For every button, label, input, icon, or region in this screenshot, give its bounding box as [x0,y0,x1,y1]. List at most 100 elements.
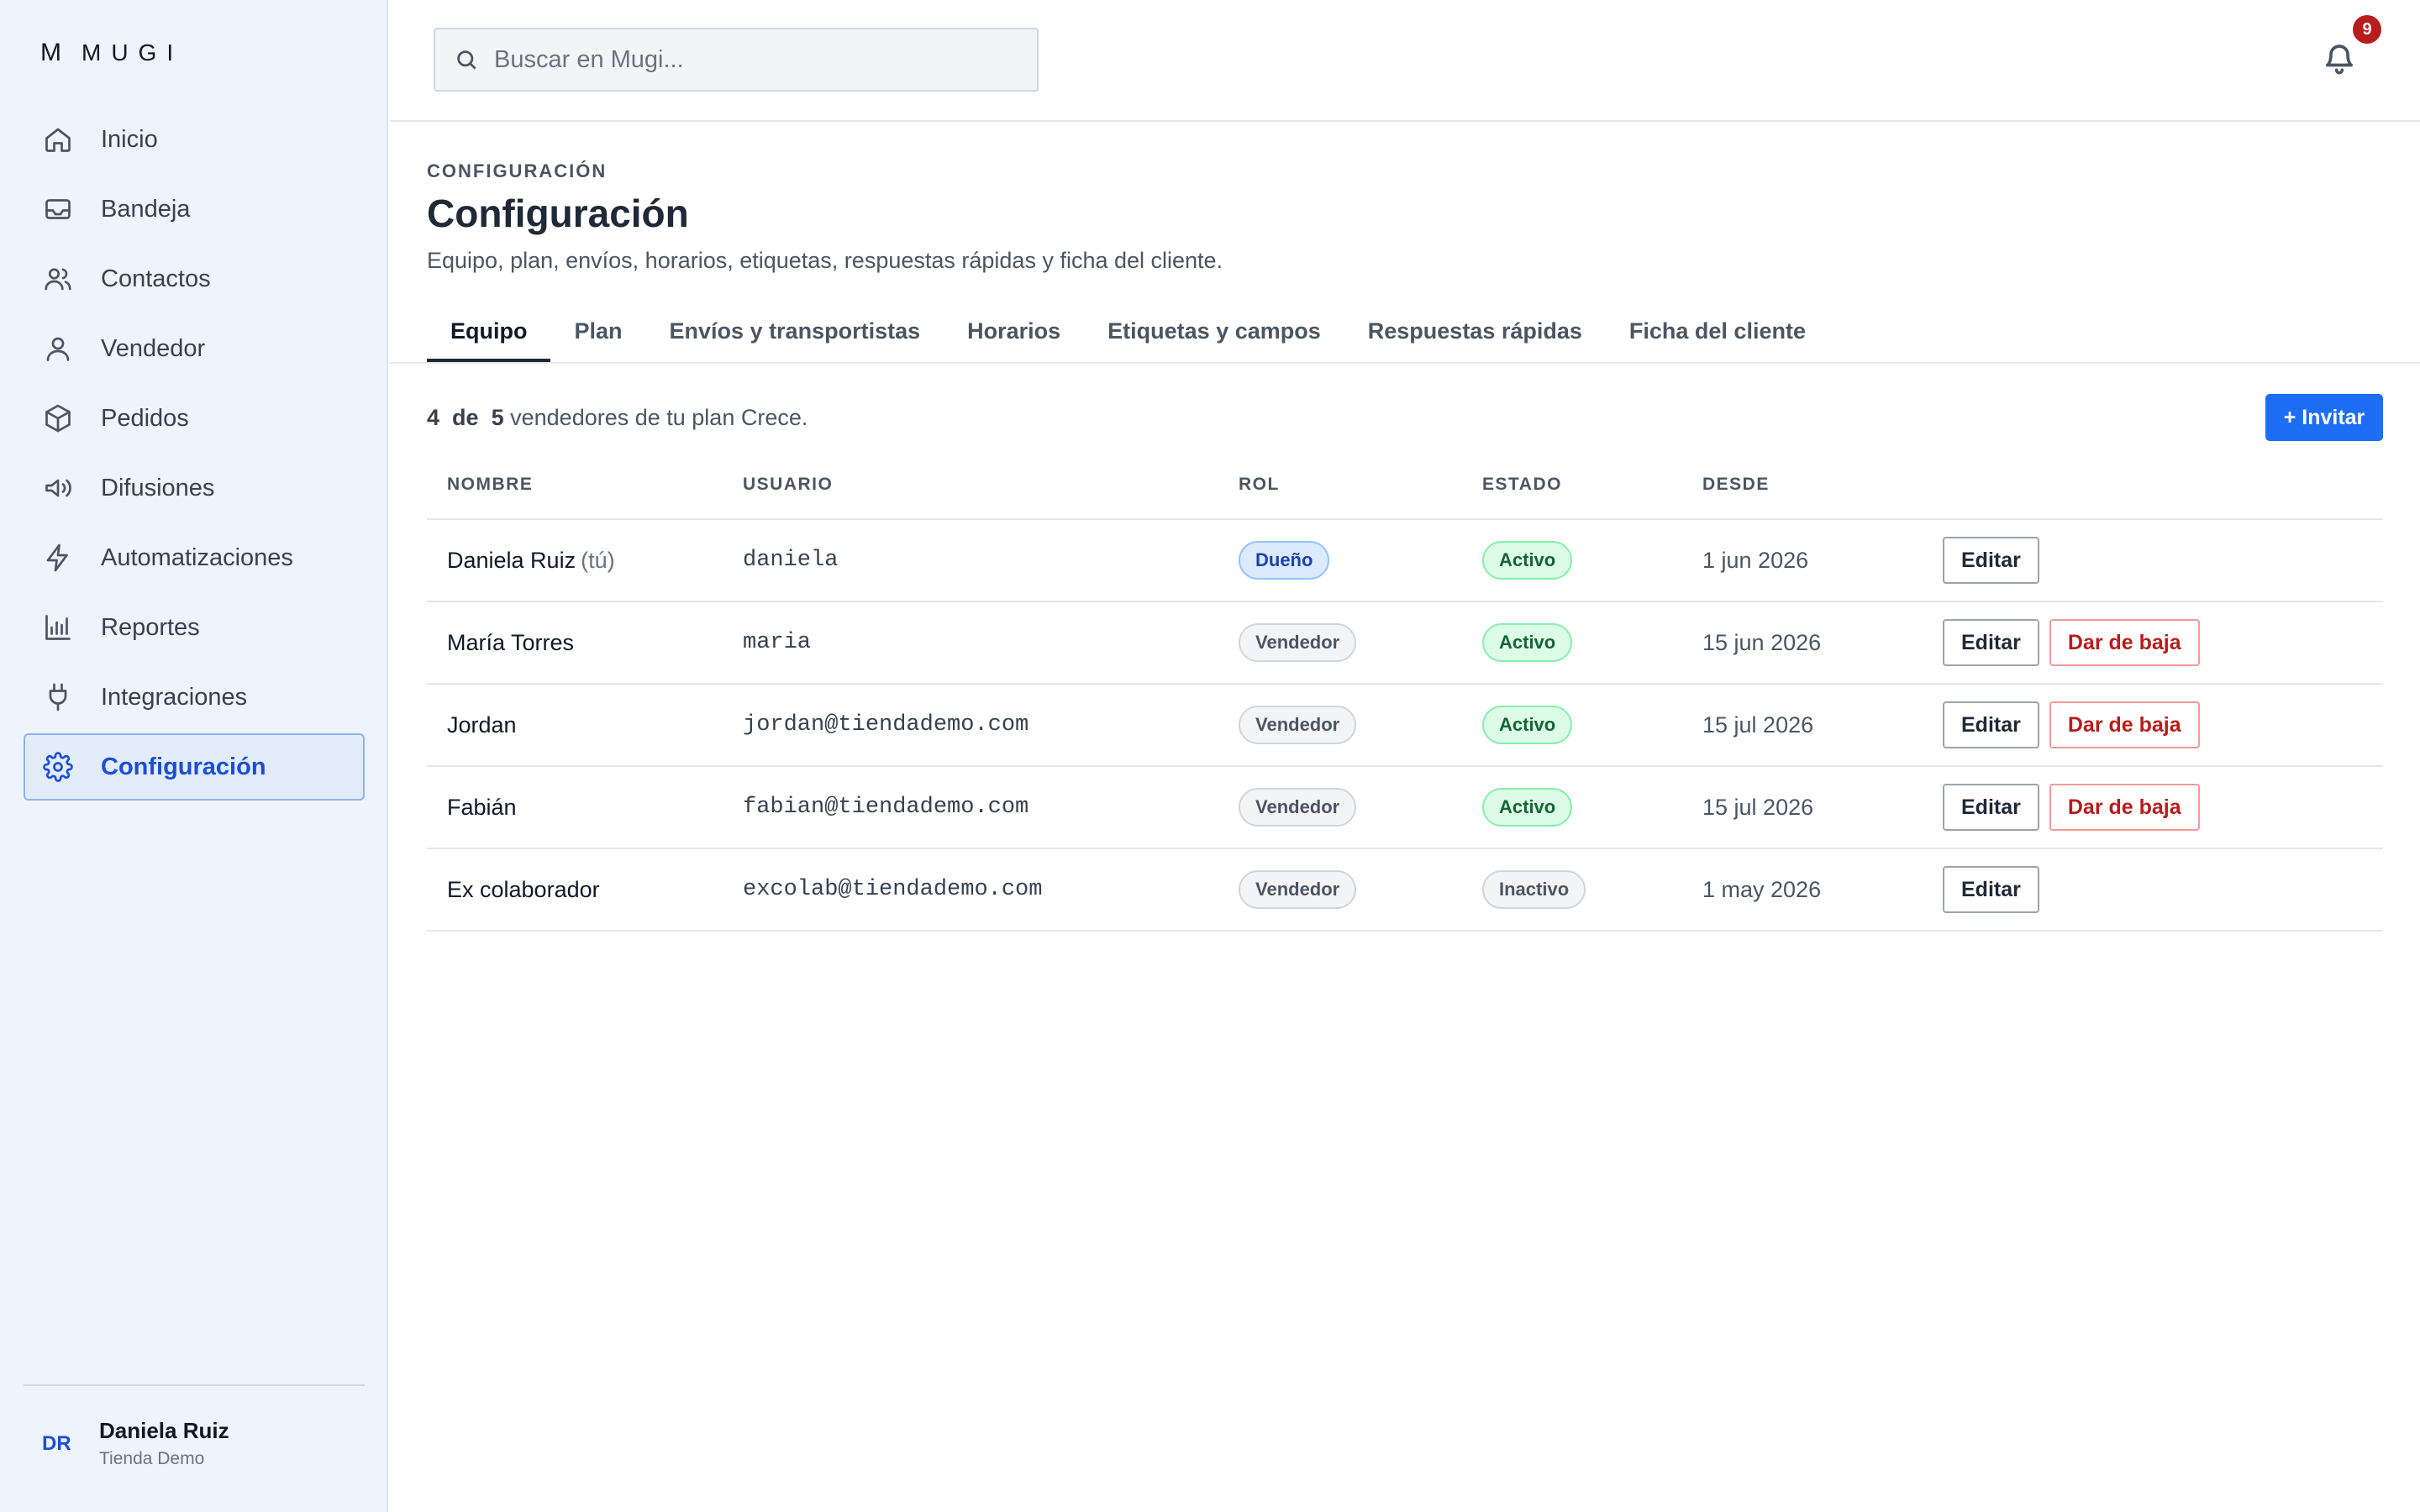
deactivate-button[interactable]: Dar de baja [2049,784,2200,831]
table-row: Fabián fabian@tiendademo.com Vendedor Ac… [427,767,2383,849]
role-badge: Vendedor [1239,706,1357,744]
sidebar-item-label: Pedidos [101,404,189,432]
deactivate-button[interactable]: Dar de baja [2049,619,2200,666]
member-since: 15 jun 2026 [1702,629,1822,655]
sidebar-item-inicio[interactable]: Inicio [24,106,365,173]
bolt-icon [42,542,74,574]
member-username: maria [743,630,812,655]
sidebar-divider [24,1384,365,1386]
status-badge: Activo [1482,541,1573,580]
column-header[interactable]: DESDE [1702,475,1943,495]
edit-button[interactable]: Editar [1943,701,2039,748]
you-label: (tú) [581,547,615,573]
team-table: NOMBRE USUARIO ROL ESTADO DESDE Daniela … [427,451,2383,932]
sidebar-item-bandeja[interactable]: Bandeja [24,176,365,243]
sidebar-item-label: Reportes [101,613,200,641]
contacts-icon [42,263,74,295]
notification-count-badge: 9 [2353,15,2381,44]
gear-icon [42,751,74,783]
edit-button[interactable]: Editar [1943,784,2039,831]
sidebar-item-pedidos[interactable]: Pedidos [24,385,365,452]
notifications-button[interactable] [2323,40,2360,81]
seats-total: 5 [491,405,504,430]
column-header[interactable]: NOMBRE [427,475,743,495]
topbar: 9 [390,0,2420,122]
search-icon [457,50,476,70]
sidebar-item-label: Bandeja [101,195,191,223]
sidebar-item-contactos[interactable]: Contactos [24,245,365,312]
box-icon [42,402,74,434]
current-user[interactable]: DR Daniela Ruiz Tienda Demo [42,1418,229,1469]
sidebar-item-configuracion[interactable]: Configuración [24,733,365,801]
member-name: Daniela Ruiz (tú) [427,548,743,574]
sidebar-nav: Inicio Bandeja Contactos Vendedor Pedido… [24,106,365,803]
member-since: 15 jul 2026 [1702,794,1814,820]
megaphone-icon [42,472,74,504]
sidebar-item-label: Difusiones [101,474,215,501]
edit-button[interactable]: Editar [1943,619,2039,666]
table-row: Daniela Ruiz (tú) daniela Dueño Activo 1 … [427,520,2383,602]
user-store: Tienda Demo [99,1449,205,1468]
sidebar: M MUGI Inicio Bandeja Contactos Vendedor… [0,0,388,1512]
member-since: 1 jun 2026 [1702,547,1809,573]
tab-ficha[interactable]: Ficha del cliente [1606,303,1829,362]
tab-horarios[interactable]: Horarios [944,303,1084,362]
tab-envios[interactable]: Envíos y transportistas [646,303,944,362]
status-badge: Activo [1482,788,1573,827]
sidebar-item-integraciones[interactable]: Integraciones [24,664,365,731]
member-since: 1 may 2026 [1702,876,1822,902]
invite-button[interactable]: + Invitar [2265,394,2383,441]
seats-of: de [452,405,479,430]
logo-name: MUGI [82,39,184,66]
column-header[interactable]: ROL [1239,475,1482,495]
sidebar-item-label: Integraciones [101,683,248,711]
tab-equipo[interactable]: Equipo [427,303,551,362]
tabs-divider [390,362,2420,364]
role-badge: Vendedor [1239,788,1357,827]
sidebar-item-automatizaciones[interactable]: Automatizaciones [24,524,365,591]
breadcrumb: CONFIGURACIÓN [427,160,608,181]
edit-button[interactable]: Editar [1943,537,2039,584]
inbox-icon [42,193,74,225]
member-since: 15 jul 2026 [1702,711,1814,738]
search-input[interactable] [494,45,1015,74]
edit-button[interactable]: Editar [1943,866,2039,913]
role-badge: Vendedor [1239,623,1357,662]
sidebar-item-reportes[interactable]: Reportes [24,594,365,661]
home-icon [42,123,74,155]
column-header[interactable]: USUARIO [743,475,1239,495]
plug-icon [42,681,74,713]
sidebar-item-vendedor[interactable]: Vendedor [24,315,365,382]
sidebar-item-label: Configuración [101,753,266,780]
sidebar-item-label: Contactos [101,265,211,292]
logo[interactable]: M MUGI [40,39,183,67]
sidebar-item-label: Inicio [101,125,158,153]
role-badge: Dueño [1239,541,1330,580]
tab-plan[interactable]: Plan [550,303,645,362]
column-header[interactable]: ESTADO [1482,475,1702,495]
deactivate-button[interactable]: Dar de baja [2049,701,2200,748]
table-row: María Torres maria Vendedor Activo 15 ju… [427,602,2383,685]
status-badge: Activo [1482,623,1573,662]
sidebar-item-difusiones[interactable]: Difusiones [24,454,365,522]
table-row: Jordan jordan@tiendademo.com Vendedor Ac… [427,685,2383,767]
search-box [434,28,1039,92]
role-badge: Vendedor [1239,870,1357,909]
sidebar-item-label: Automatizaciones [101,543,293,571]
tab-respuestas[interactable]: Respuestas rápidas [1344,303,1606,362]
seats-suffix: vendedores de tu plan Crece. [510,405,808,430]
table-header: NOMBRE USUARIO ROL ESTADO DESDE [427,451,2383,520]
table-row: Ex colaborador excolab@tiendademo.com Ve… [427,849,2383,932]
tab-etiquetas[interactable]: Etiquetas y campos [1084,303,1344,362]
member-username: daniela [743,548,839,573]
page-subtitle: Equipo, plan, envíos, horarios, etiqueta… [427,248,1223,273]
member-name: María Torres [447,629,575,655]
avatar: DR [42,1431,71,1455]
bell-icon [2326,45,2353,75]
member-name: Ex colaborador [447,876,600,902]
status-badge: Inactivo [1482,870,1586,909]
member-name: Fabián [447,794,517,820]
member-name: Jordan [447,711,517,738]
page-title: Configuración [427,192,689,235]
logo-mark: M [40,39,61,66]
